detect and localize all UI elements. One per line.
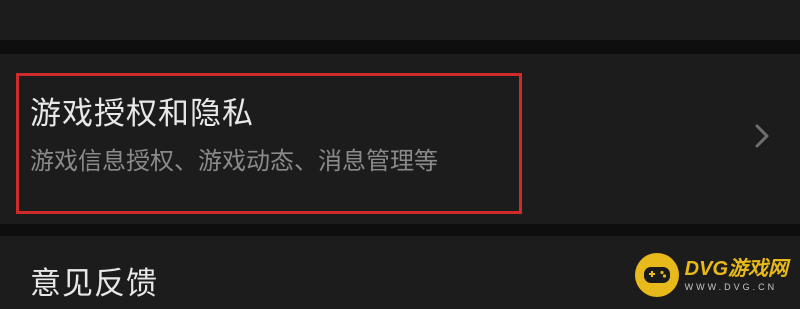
site-watermark: DVG游戏网 WWW.DVG.CN	[634, 249, 788, 301]
gamepad-logo-icon	[634, 253, 679, 297]
feedback-label: 意见反馈	[30, 266, 158, 302]
game-authorization-privacy-row[interactable]: 游戏授权和隐私 游戏信息授权、游戏动态、消息管理等	[0, 54, 800, 224]
game-privacy-title: 游戏授权和隐私	[30, 96, 254, 132]
section-divider	[0, 224, 800, 236]
chevron-right-icon	[755, 124, 769, 148]
game-privacy-subtitle: 游戏信息授权、游戏动态、消息管理等	[30, 147, 438, 175]
previous-settings-row[interactable]	[0, 0, 800, 40]
settings-screen: 游戏授权和隐私 游戏信息授权、游戏动态、消息管理等 意见反馈 DVG游戏网 WW…	[0, 0, 800, 309]
section-divider	[0, 40, 800, 54]
watermark-url: WWW.DVG.CN	[684, 282, 778, 292]
watermark-brand: DVG游戏网	[684, 258, 788, 280]
